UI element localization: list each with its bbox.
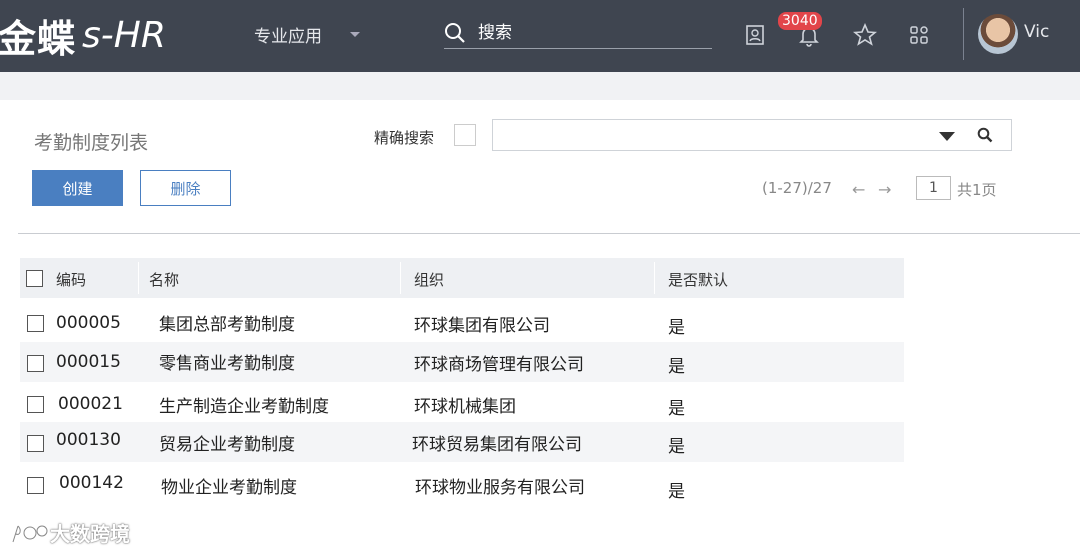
cell-org: 环球贸易集团有限公司 <box>412 435 582 455</box>
cell-name: 生产制造企业考勤制度 <box>159 397 329 417</box>
professional-apps-menu[interactable]: 专业应用 <box>254 22 360 47</box>
cell-name: 集团总部考勤制度 <box>159 315 295 335</box>
row-checkbox[interactable] <box>27 315 44 332</box>
cell-code: 000142 <box>59 473 124 493</box>
cell-code: 000015 <box>56 352 121 372</box>
cell-org: 环球集团有限公司 <box>414 316 550 336</box>
column-header-code[interactable]: 编码 <box>56 269 86 290</box>
header-shadow-strip <box>0 72 1080 100</box>
cell-org: 环球物业服务有限公司 <box>415 478 585 498</box>
cell-org: 环球商场管理有限公司 <box>414 355 584 375</box>
logo-en-text: s-HR <box>82 15 166 56</box>
cell-default: 是 <box>668 357 685 377</box>
total-pages: 共1页 <box>957 181 997 199</box>
header-divider <box>963 8 964 60</box>
row-checkbox[interactable] <box>27 396 44 413</box>
column-separator <box>654 262 655 294</box>
cell-code: 000005 <box>56 313 121 333</box>
notification-badge: 3040 <box>778 12 822 30</box>
column-separator <box>400 262 401 294</box>
page-number-input[interactable]: 1 <box>916 176 951 200</box>
watermark-logo-icon <box>11 524 49 542</box>
select-all-checkbox[interactable] <box>26 270 43 287</box>
column-separator <box>138 262 139 294</box>
contacts-icon[interactable] <box>742 22 768 48</box>
apps-grid-icon[interactable] <box>906 22 932 48</box>
filter-input[interactable] <box>492 119 1012 151</box>
cell-name: 物业企业考勤制度 <box>161 478 297 498</box>
global-search <box>444 18 712 49</box>
search-input[interactable] <box>476 22 680 44</box>
app-logo[interactable]: 金蝶 s-HR <box>0 8 166 63</box>
cell-name: 贸易企业考勤制度 <box>159 435 295 455</box>
avatar[interactable] <box>978 14 1018 54</box>
watermark: 大数跨境 <box>10 518 130 547</box>
search-icon[interactable] <box>977 127 993 143</box>
row-checkbox[interactable] <box>27 477 44 494</box>
delete-button[interactable]: 删除 <box>140 170 231 206</box>
table-row[interactable]: 000142 物业企业考勤制度 环球物业服务有限公司 是 <box>20 464 904 504</box>
prev-page-arrow-icon[interactable]: ← <box>852 180 865 199</box>
top-navigation-bar: 金蝶s-HR 专业应用 3040 Vic <box>0 0 1080 72</box>
table-row[interactable]: 000015 零售商业考勤制度 环球商场管理有限公司 是 <box>20 342 904 382</box>
logo-cn-text: 金蝶 <box>0 17 77 61</box>
cell-default: 是 <box>668 482 685 502</box>
cell-default: 是 <box>668 437 685 457</box>
table-row[interactable]: 000130 贸易企业考勤制度 环球贸易集团有限公司 是 <box>20 422 904 462</box>
row-checkbox[interactable] <box>27 435 44 452</box>
cell-name: 零售商业考勤制度 <box>159 354 295 374</box>
column-header-name[interactable]: 名称 <box>149 269 179 290</box>
pagination-range: (1-27)/27 <box>762 179 832 197</box>
column-header-default[interactable]: 是否默认 <box>668 269 728 290</box>
exact-search-label: 精确搜索 <box>374 129 435 147</box>
chevron-down-icon <box>350 32 360 37</box>
row-checkbox[interactable] <box>27 355 44 372</box>
create-button[interactable]: 创建 <box>32 170 123 206</box>
divider <box>18 233 1080 234</box>
username[interactable]: Vic <box>1024 22 1049 42</box>
table-row[interactable]: 000021 生产制造企业考勤制度 环球机械集团 是 <box>20 383 904 423</box>
cell-org: 环球机械集团 <box>414 397 516 417</box>
cell-code: 000021 <box>58 394 123 414</box>
next-page-arrow-icon[interactable]: → <box>878 180 891 199</box>
page-title: 考勤制度列表 <box>34 132 149 154</box>
column-header-org[interactable]: 组织 <box>414 269 444 290</box>
watermark-text: 大数跨境 <box>50 522 130 546</box>
table-row[interactable]: 000005 集团总部考勤制度 环球集团有限公司 是 <box>20 302 904 342</box>
menu-label: 专业应用 <box>254 27 322 47</box>
cell-default: 是 <box>668 399 685 419</box>
search-icon[interactable] <box>444 22 466 44</box>
table-header: 编码 名称 组织 是否默认 <box>20 258 904 298</box>
cell-default: 是 <box>668 318 685 338</box>
cell-code: 000130 <box>56 430 121 450</box>
dropdown-icon[interactable] <box>939 132 955 141</box>
exact-search-checkbox[interactable] <box>454 124 476 146</box>
star-icon[interactable] <box>852 22 878 48</box>
